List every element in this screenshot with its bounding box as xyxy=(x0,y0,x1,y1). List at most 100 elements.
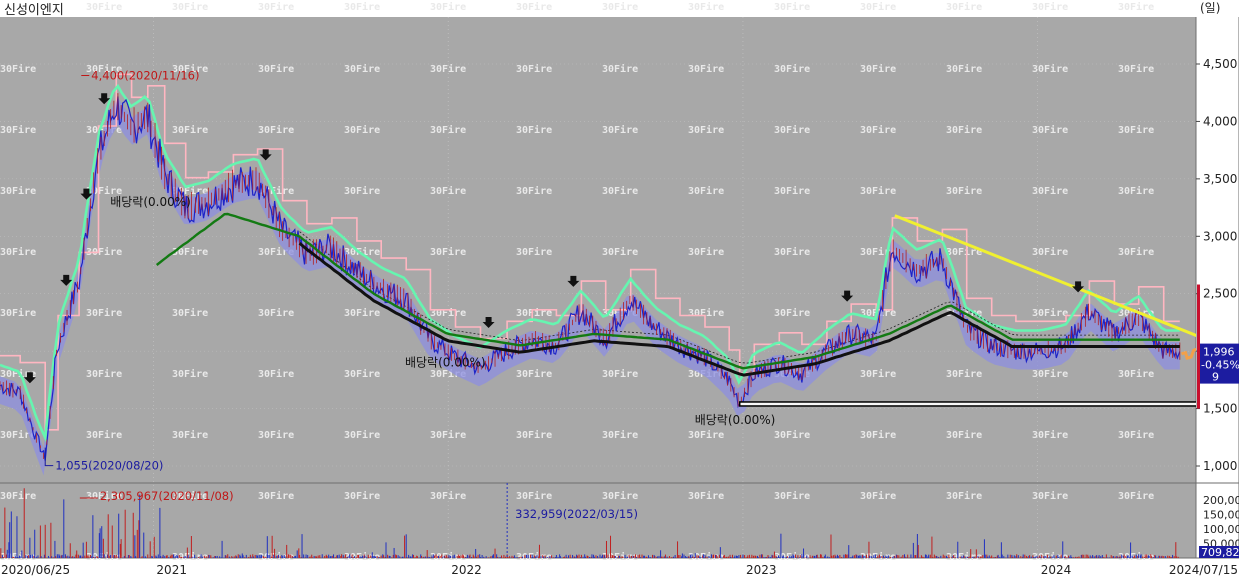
watermark-text: 30Fire xyxy=(688,185,724,197)
watermark-text: 30Fire xyxy=(1032,185,1068,197)
watermark-text: 30Fire xyxy=(0,185,36,197)
watermark-text: 30Fire xyxy=(172,307,208,319)
current-price-change-amount: 9 xyxy=(1212,371,1219,384)
watermark-text: 30Fire xyxy=(516,1,552,13)
watermark-text: 30Fire xyxy=(258,429,294,441)
watermark-text: 30Fire xyxy=(0,246,36,258)
watermark-text: 30Fire xyxy=(516,307,552,319)
watermark-text: 30Fire xyxy=(516,368,552,380)
watermark-text: 30Fire xyxy=(1032,490,1068,502)
dividend-annotation-2022: 배당락(0.00%) xyxy=(695,413,776,427)
watermark-text: 30Fire xyxy=(774,63,810,75)
watermark-text: 30Fire xyxy=(1118,368,1154,380)
current-price-bar xyxy=(1197,284,1200,409)
watermark-text: 30Fire xyxy=(774,429,810,441)
date-tick-label: 2024/07/15 xyxy=(1169,563,1238,577)
watermark-text: 30Fire xyxy=(1118,185,1154,197)
watermark-text: 30Fire xyxy=(1118,490,1154,502)
watermark-text: 30Fire xyxy=(1118,124,1154,136)
watermark-text: 30Fire xyxy=(774,1,810,13)
volume-second-annotation: 332,959(2022/03/15) xyxy=(515,507,638,521)
watermark-text: 30Fire xyxy=(1118,246,1154,258)
watermark-text: 30Fire xyxy=(258,63,294,75)
current-volume-value: 709,822 xyxy=(1201,546,1239,559)
watermark-text: 30Fire xyxy=(946,368,982,380)
current-price-change: -0.45% xyxy=(1201,359,1239,372)
watermark-text: 30Fire xyxy=(344,63,380,75)
watermark-text: 30Fire xyxy=(430,246,466,258)
watermark-text: 30Fire xyxy=(688,246,724,258)
watermark-text: 30Fire xyxy=(688,490,724,502)
watermark-text: 30Fire xyxy=(860,63,896,75)
date-tick-label: 2023 xyxy=(746,563,777,577)
watermark-text: 30Fire xyxy=(688,124,724,136)
watermark-text: 30Fire xyxy=(516,185,552,197)
period-label: (일) xyxy=(1200,1,1220,15)
watermark-text: 30Fire xyxy=(344,124,380,136)
watermark-text: 30Fire xyxy=(602,124,638,136)
watermark-text: 30Fire xyxy=(602,490,638,502)
volume-high-annotation: 2,305,967(2020/11/08) xyxy=(100,489,234,503)
watermark-text: 30Fire xyxy=(172,246,208,258)
watermark-text: 30Fire xyxy=(602,429,638,441)
watermark-text: 30Fire xyxy=(946,429,982,441)
watermark-text: 30Fire xyxy=(946,1,982,13)
watermark-text: 30Fire xyxy=(258,490,294,502)
watermark-text: 30Fire xyxy=(602,1,638,13)
volume-tick-label: 200,000 xyxy=(1203,494,1239,507)
watermark-text: 30Fire xyxy=(172,429,208,441)
price-tick-label: 4,500 xyxy=(1203,57,1237,71)
watermark-text: 30Fire xyxy=(774,490,810,502)
date-tick-label: 2020/06/25 xyxy=(1,563,70,577)
watermark-text: 30Fire xyxy=(258,307,294,319)
volume-tick-label: 100,000 xyxy=(1203,523,1239,536)
watermark-text: 30Fire xyxy=(860,124,896,136)
watermark-text: 30Fire xyxy=(860,185,896,197)
watermark-text: 30Fire xyxy=(258,124,294,136)
watermark-text: 30Fire xyxy=(86,307,122,319)
watermark-text: 30Fire xyxy=(430,185,466,197)
price-tick-label: 1,000 xyxy=(1203,459,1237,473)
watermark-text: 30Fire xyxy=(516,124,552,136)
watermark-text: 30Fire xyxy=(86,368,122,380)
price-tick-label: 1,500 xyxy=(1203,402,1237,416)
watermark-text: 30Fire xyxy=(172,124,208,136)
watermark-text: 30Fire xyxy=(774,307,810,319)
watermark-text: 30Fire xyxy=(602,185,638,197)
watermark-text: 30Fire xyxy=(344,368,380,380)
watermark-text: 30Fire xyxy=(602,63,638,75)
watermark-text: 30Fire xyxy=(344,490,380,502)
watermark-text: 30Fire xyxy=(430,490,466,502)
dividend-annotation-2021: 배당락(0.00%) xyxy=(405,356,486,370)
watermark-text: 30Fire xyxy=(860,1,896,13)
support-line xyxy=(738,401,1196,407)
watermark-text: 30Fire xyxy=(1032,246,1068,258)
watermark-text: 30Fire xyxy=(172,368,208,380)
date-tick-label: 2022 xyxy=(451,563,482,577)
watermark-text: 30Fire xyxy=(946,124,982,136)
watermark-text: 30Fire xyxy=(172,1,208,13)
watermark-text: 30Fire xyxy=(258,1,294,13)
watermark-text: 30Fire xyxy=(946,185,982,197)
watermark-text: 30Fire xyxy=(344,429,380,441)
date-tick-label: 2021 xyxy=(156,563,187,577)
watermark-text: 30Fire xyxy=(516,551,552,563)
watermark-text: 30Fire xyxy=(344,1,380,13)
watermark-text: 30Fire xyxy=(946,490,982,502)
watermark-text: 30Fire xyxy=(516,246,552,258)
watermark-text: 30Fire xyxy=(0,63,36,75)
watermark-text: 30Fire xyxy=(1118,1,1154,13)
price-tick-label: 2,500 xyxy=(1203,287,1237,301)
watermark-text: 30Fire xyxy=(1118,63,1154,75)
low-annotation: 1,055(2020/08/20) xyxy=(55,459,163,473)
watermark-text: 30Fire xyxy=(602,246,638,258)
watermark-text: 30Fire xyxy=(602,368,638,380)
date-tick-label: 2024 xyxy=(1041,563,1072,577)
watermark-text: 30Fire xyxy=(1118,429,1154,441)
dividend-annotation-2020: 배당락(0.00%) xyxy=(110,195,191,209)
watermark-text: 30Fire xyxy=(774,246,810,258)
volume-axis: 200,000150,000100,00050,000 xyxy=(1203,494,1239,551)
watermark-text: 30Fire xyxy=(1032,429,1068,441)
watermark-text: 30Fire xyxy=(688,63,724,75)
watermark-text: 30Fire xyxy=(86,1,122,13)
